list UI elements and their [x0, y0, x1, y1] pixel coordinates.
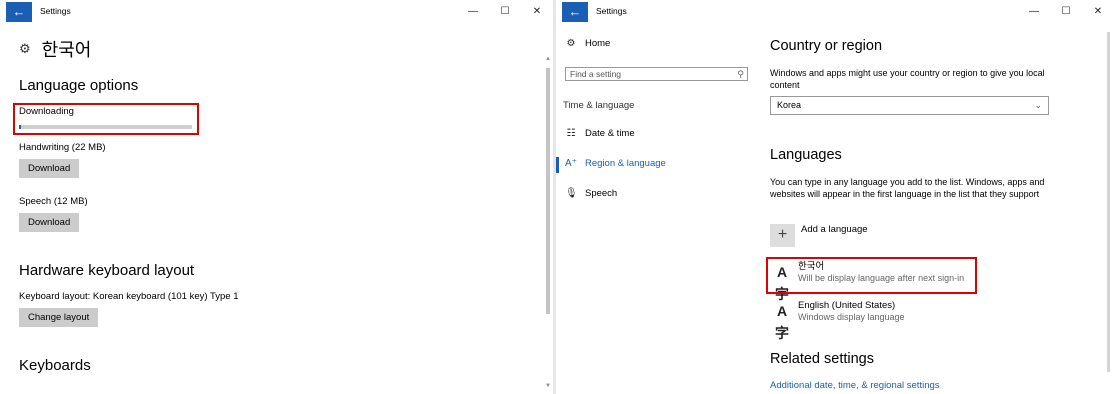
title-bar: ← Settings — ☐ ✕ — [0, 0, 553, 24]
highlight-box-downloading — [13, 103, 199, 135]
section-keyboards: Keyboards — [19, 357, 91, 374]
country-select[interactable]: Korea ⌄ — [770, 96, 1049, 115]
settings-window-region: ← Settings — ☐ ✕ ⚙ Home Find a setting ⚲… — [556, 0, 1114, 394]
keyboard-layout-label: Keyboard layout: Korean keyboard (101 ke… — [19, 291, 239, 302]
language-item-english[interactable]: A字 English (United States) Windows displ… — [770, 300, 905, 341]
additional-settings-link[interactable]: Additional date, time, & regional settin… — [770, 380, 940, 391]
heading-related-settings: Related settings — [770, 351, 874, 367]
handwriting-download-button[interactable]: Download — [19, 159, 80, 178]
search-icon: ⚲ — [737, 69, 744, 79]
window-title: Settings — [40, 6, 71, 16]
language-icon: A⁺ — [565, 158, 577, 169]
language-name: English (United States) — [798, 300, 896, 311]
change-layout-button[interactable]: Change layout — [19, 308, 99, 327]
scroll-down-arrow[interactable]: ▼ — [545, 383, 551, 389]
nav-group-title: Time & language — [563, 100, 635, 111]
scroll-up-arrow[interactable]: ▲ — [545, 56, 551, 62]
add-language-button[interactable]: + — [770, 224, 795, 247]
sidebar-item-home[interactable]: ⚙ Home — [565, 38, 611, 49]
sidebar-nav: ⚙ Home Find a setting ⚲ Time & language … — [556, 24, 754, 394]
back-button[interactable]: ← — [562, 2, 588, 22]
heading-country-region: Country or region — [770, 38, 883, 54]
language-status: Windows display language — [798, 312, 905, 322]
heading-languages: Languages — [770, 147, 842, 163]
speech-label: Speech (12 MB) — [19, 196, 88, 207]
languages-description: You can type in any language you add to … — [770, 177, 1045, 199]
language-pack-icon: A字 — [775, 303, 789, 341]
highlight-box-korean — [766, 257, 977, 294]
window-title: Settings — [596, 6, 627, 16]
sidebar-item-label: Home — [585, 38, 611, 49]
main-content: Country or region Windows and apps might… — [766, 0, 1114, 394]
section-language-options: Language options — [19, 77, 139, 94]
search-input[interactable]: Find a setting ⚲ — [565, 67, 748, 81]
sidebar-item-label: Speech — [585, 188, 618, 199]
country-select-value: Korea — [777, 100, 802, 110]
arrow-left-icon: ← — [12, 4, 26, 19]
sidebar-item-region-language[interactable]: A⁺ Region & language — [565, 158, 666, 169]
active-indicator — [556, 157, 559, 173]
back-button[interactable]: ← — [6, 2, 32, 22]
page-title: 한국어 — [41, 40, 92, 60]
sidebar-item-speech[interactable]: 🎙 Speech — [565, 188, 617, 199]
sidebar-item-label: Date & time — [585, 128, 635, 139]
chevron-down-icon: ⌄ — [1034, 100, 1042, 110]
add-language-label[interactable]: Add a language — [801, 224, 868, 235]
country-description: Windows and apps might use your country … — [770, 68, 1045, 90]
scrollbar-thumb[interactable] — [546, 68, 550, 314]
page-header: ⚙ 한국어 — [19, 36, 91, 62]
handwriting-label: Handwriting (22 MB) — [19, 142, 106, 153]
scrollbar-thumb[interactable] — [1107, 32, 1110, 372]
close-button[interactable]: ✕ — [521, 0, 553, 24]
speech-download-button[interactable]: Download — [19, 213, 80, 232]
maximize-button[interactable]: ☐ — [489, 0, 521, 24]
arrow-left-icon: ← — [568, 4, 582, 19]
gear-icon: ⚙ — [19, 41, 31, 56]
sidebar-item-label: Region & language — [585, 158, 666, 169]
sidebar-item-date-time[interactable]: ☷ Date & time — [565, 128, 635, 139]
plus-icon: + — [777, 226, 788, 243]
calendar-clock-icon: ☷ — [566, 128, 576, 139]
section-hardware-keyboard: Hardware keyboard layout — [19, 262, 195, 279]
settings-window-korean: ← Settings — ☐ ✕ ⚙ 한국어 Language options … — [0, 0, 553, 394]
home-gear-icon: ⚙ — [566, 38, 576, 49]
microphone-icon: 🎙 — [565, 188, 578, 199]
minimize-button[interactable]: — — [457, 0, 489, 24]
search-placeholder: Find a setting — [570, 69, 622, 79]
